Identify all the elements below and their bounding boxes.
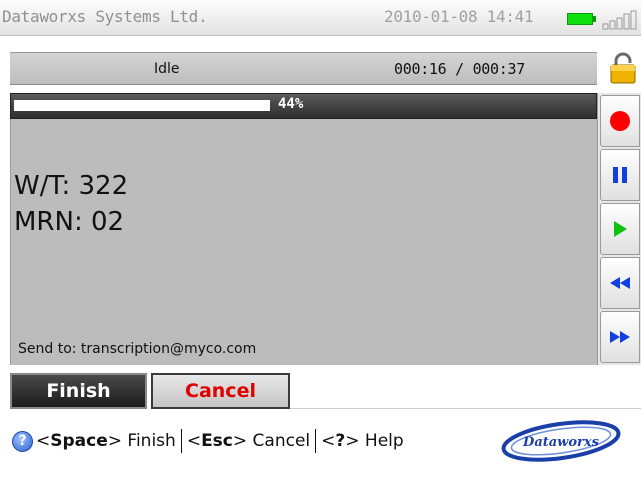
date-time: 2010-01-08 14:41 (384, 7, 534, 26)
help-icon[interactable]: ? (12, 430, 33, 452)
hint-bracket-close: > (345, 431, 360, 451)
playback-controls (597, 93, 641, 365)
separator (315, 429, 317, 453)
status-text: Idle (154, 61, 180, 77)
play-icon (614, 221, 627, 237)
time-counter: 000:16 / 000:37 (394, 60, 525, 78)
dataworxs-logo: Dataworxs (501, 420, 621, 462)
help-key: ? (335, 431, 346, 451)
play-button[interactable] (600, 203, 640, 255)
finish-hint: Finish (127, 431, 176, 451)
help-hint: Help (364, 431, 404, 451)
rewind-icon (610, 277, 630, 289)
note-line-wt: W/T: 322 (14, 171, 129, 201)
record-button[interactable] (600, 95, 640, 147)
hint-bracket-open: < (36, 431, 51, 451)
record-icon (610, 111, 630, 131)
finish-button[interactable]: Finish (10, 373, 147, 409)
pause-icon (613, 167, 627, 183)
send-to-label: Send to: transcription@myco.com (18, 341, 257, 357)
svg-text:Dataworxs: Dataworxs (522, 435, 600, 450)
hint-bracket-open: < (321, 431, 336, 451)
space-key: Space (50, 431, 108, 451)
rewind-button[interactable] (600, 257, 640, 309)
help-hint-bar: ? < Space > Finish < Esc > Cancel <? > Help (12, 427, 404, 455)
progress-bar: 44% (10, 93, 597, 119)
hint-bracket-close: > (107, 431, 122, 451)
progress-label: 44% (278, 96, 304, 112)
battery-icon (567, 13, 593, 25)
hint-bracket-close: > (232, 431, 248, 451)
note-panel: W/T: 322 MRN: 02 Send to: transcription@… (10, 119, 597, 365)
separator (180, 429, 182, 453)
title-bar: Dataworxs Systems Ltd. 2010-01-08 14:41 (0, 0, 641, 36)
padlock-icon[interactable] (610, 52, 636, 84)
progress-fill (14, 100, 270, 111)
divider (290, 408, 641, 409)
cancel-button[interactable]: Cancel (151, 373, 290, 409)
status-bar: Idle 000:16 / 000:37 (10, 52, 597, 85)
app-title: Dataworxs Systems Ltd. (2, 7, 208, 26)
battery-tip (593, 16, 596, 22)
cancel-hint: Cancel (252, 431, 311, 451)
hint-bracket-open: < (186, 431, 202, 451)
fast-forward-button[interactable] (600, 311, 640, 363)
fast-forward-icon (610, 331, 630, 343)
signal-bars-icon (602, 10, 637, 30)
note-line-mrn: MRN: 02 (14, 207, 125, 237)
esc-key: Esc (201, 431, 233, 451)
pause-button[interactable] (600, 149, 640, 201)
